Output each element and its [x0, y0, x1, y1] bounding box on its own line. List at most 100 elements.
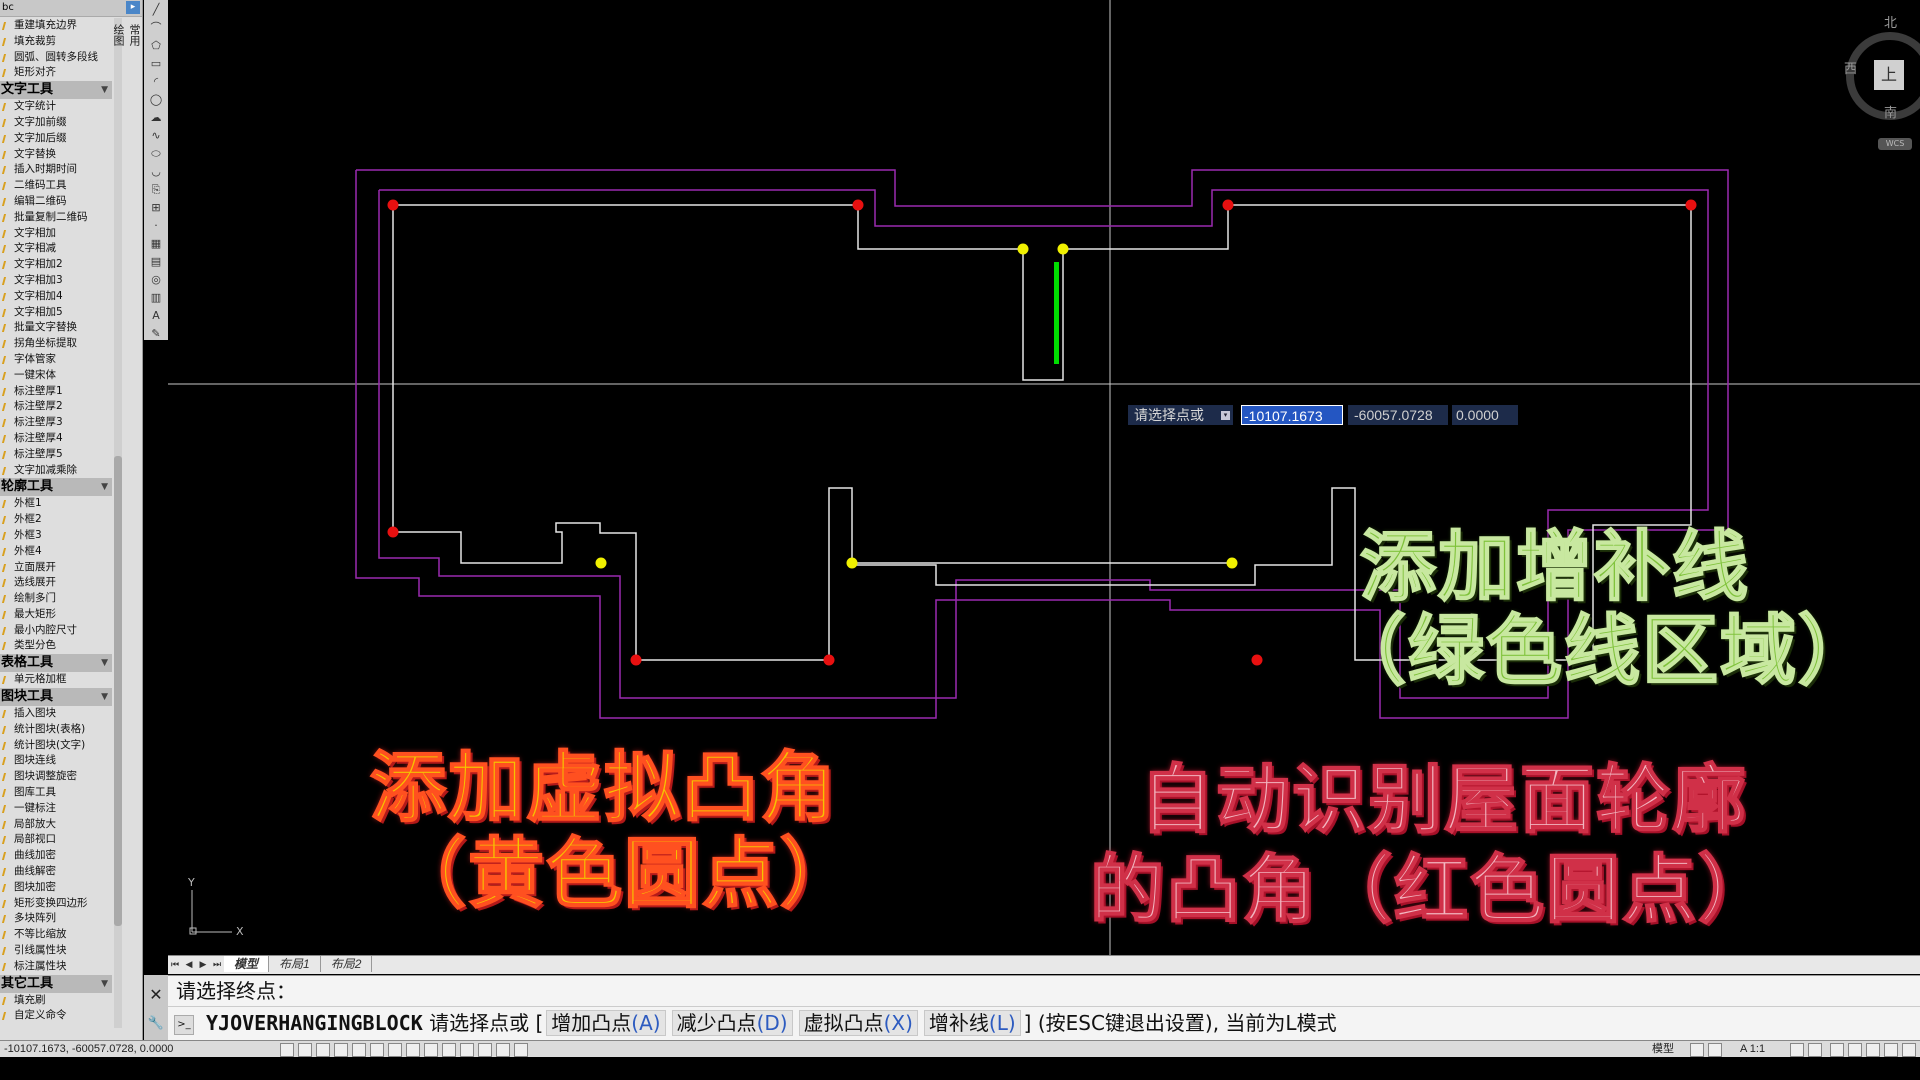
palette-tool-item[interactable]: 文字相减	[0, 241, 112, 257]
compass-north[interactable]: 北	[1884, 12, 1897, 31]
revcloud-tool-icon[interactable]: ☁	[148, 110, 164, 126]
prev-tab-icon[interactable]: ◀	[182, 956, 196, 972]
palette-tool-item[interactable]: 编辑二维码	[0, 194, 112, 210]
collapse-arrow-icon[interactable]: ▼	[101, 654, 108, 672]
polar-toggle-icon[interactable]	[352, 1043, 366, 1057]
quick-view-layouts-icon[interactable]	[1690, 1043, 1704, 1057]
collapse-arrow-icon[interactable]: ▼	[101, 478, 108, 496]
palette-tool-item[interactable]: 标注壁厚3	[0, 415, 112, 431]
wcs-menu[interactable]: WCS	[1878, 138, 1912, 150]
hardware-accel-icon[interactable]	[1866, 1043, 1880, 1057]
palette-tool-item[interactable]: 标注壁厚2	[0, 399, 112, 415]
palette-tool-item[interactable]: 外框2	[0, 512, 112, 528]
palette-tool-item[interactable]: 圆弧、圆转多段线	[0, 50, 112, 66]
ellipse-arc-tool-icon[interactable]: ◡	[148, 164, 164, 180]
palette-tool-item[interactable]: 文字相加2	[0, 257, 112, 273]
palette-tool-item[interactable]: 局部视口	[0, 832, 112, 848]
snap-toggle-icon[interactable]	[298, 1043, 312, 1057]
palette-tool-item[interactable]: 引线属性块	[0, 943, 112, 959]
point-tool-icon[interactable]: ·	[148, 218, 164, 234]
command-line[interactable]: >_ YJOVERHANGINGBLOCK 请选择点或 [增加凸点(A) 减少凸点(…	[168, 1006, 1920, 1039]
transparency-toggle-icon[interactable]	[460, 1043, 474, 1057]
palette-tool-item[interactable]: 插入时期时间	[0, 162, 112, 178]
palette-tool-item[interactable]: 图块连线	[0, 753, 112, 769]
palette-scroll-thumb[interactable]	[114, 456, 122, 926]
palette-tool-item[interactable]: 单元格加框	[0, 672, 112, 688]
palette-tool-item[interactable]: 图库工具	[0, 785, 112, 801]
dynamic-y-input[interactable]: -60057.0728	[1348, 405, 1448, 425]
palette-tool-item[interactable]: 标注壁厚5	[0, 447, 112, 463]
qp-toggle-icon[interactable]	[478, 1043, 492, 1057]
palette-tool-item[interactable]: 文字相加	[0, 226, 112, 242]
palette-tool-item[interactable]: 批量文字替换	[0, 320, 112, 336]
option-virtual-point[interactable]: 虚拟凸点(X)	[798, 1010, 918, 1036]
am-toggle-icon[interactable]	[514, 1043, 528, 1057]
dynamic-options-icon[interactable]: ▾	[1221, 411, 1230, 420]
palette-tool-item[interactable]: 填充裁剪	[0, 34, 112, 50]
collapse-arrow-icon[interactable]: ▼	[101, 688, 108, 706]
quick-view-drawings-icon[interactable]	[1708, 1043, 1722, 1057]
palette-tool-item[interactable]: 曲线解密	[0, 864, 112, 880]
text-tool-icon[interactable]: A	[148, 308, 164, 324]
dynamic-z-input[interactable]: 0.0000	[1452, 405, 1518, 425]
palette-menu-icon[interactable]: ▸	[126, 1, 140, 14]
next-tab-icon[interactable]: ▶	[196, 956, 210, 972]
rectangle-tool-icon[interactable]: ▭	[148, 56, 164, 72]
ellipse-tool-icon[interactable]: ⬭	[148, 146, 164, 162]
model-space-button[interactable]: 模型	[1652, 1041, 1674, 1057]
osnap-toggle-icon[interactable]	[370, 1043, 384, 1057]
tab-layout2[interactable]: 布局2	[321, 956, 373, 972]
collapse-arrow-icon[interactable]: ▼	[101, 81, 108, 99]
palette-tab-draw[interactable]: 绘图	[110, 18, 126, 138]
compass-south[interactable]: 南	[1884, 102, 1897, 121]
option-add-point[interactable]: 增加凸点(A)	[546, 1010, 666, 1036]
palette-tool-item[interactable]: 图块加密	[0, 880, 112, 896]
palette-tool-item[interactable]: 外框1	[0, 496, 112, 512]
palette-tool-item[interactable]: 拐角坐标提取	[0, 336, 112, 352]
palette-tool-item[interactable]: 矩形对齐	[0, 65, 112, 81]
tab-model[interactable]: 模型	[224, 956, 270, 972]
palette-tool-item[interactable]: 标注属性块	[0, 959, 112, 975]
dyn-toggle-icon[interactable]	[424, 1043, 438, 1057]
palette-group-header[interactable]: 表格工具 ▼	[0, 654, 112, 673]
otrack-toggle-icon[interactable]	[388, 1043, 402, 1057]
close-icon[interactable]: ✕	[144, 985, 168, 1004]
sc-toggle-icon[interactable]	[496, 1043, 510, 1057]
workspace-switch-icon[interactable]	[1830, 1043, 1844, 1057]
annotation-scale[interactable]: A 1:1	[1740, 1041, 1765, 1057]
infer-toggle-icon[interactable]	[280, 1043, 294, 1057]
option-supplement-line[interactable]: 增补线(L)	[923, 1010, 1021, 1036]
palette-tool-item[interactable]: 文字加后缀	[0, 131, 112, 147]
palette-tool-item[interactable]: 不等比缩放	[0, 927, 112, 943]
isolate-objects-icon[interactable]	[1884, 1043, 1898, 1057]
polygon-tool-icon[interactable]: ⬠	[148, 38, 164, 54]
annotation-visibility-icon[interactable]	[1790, 1043, 1804, 1057]
region-tool-icon[interactable]: ◎	[148, 272, 164, 288]
spline-tool-icon[interactable]: ∿	[148, 128, 164, 144]
grid-toggle-icon[interactable]	[316, 1043, 330, 1057]
command-prompt-icon[interactable]: >_	[174, 1014, 194, 1035]
palette-tool-item[interactable]: 标注壁厚1	[0, 384, 112, 400]
palette-tool-item[interactable]: 绘制多门	[0, 591, 112, 607]
auto-scale-icon[interactable]	[1808, 1043, 1822, 1057]
palette-tool-item[interactable]: 填充刷	[0, 993, 112, 1009]
dynamic-x-input[interactable]: -10107.1673	[1241, 405, 1343, 425]
palette-tool-item[interactable]: 批量复制二维码	[0, 210, 112, 226]
palette-tool-item[interactable]: 重建填充边界	[0, 18, 112, 34]
table-tool-icon[interactable]: ▥	[148, 290, 164, 306]
lock-icon[interactable]	[1848, 1043, 1862, 1057]
polyline-tool-icon[interactable]: ⌒	[148, 20, 164, 36]
palette-tool-item[interactable]: 标注壁厚4	[0, 431, 112, 447]
palette-tool-item[interactable]: 最小内腔尺寸	[0, 623, 112, 639]
palette-group-header[interactable]: 轮廓工具 ▼	[0, 478, 112, 497]
tab-layout1[interactable]: 布局1	[269, 956, 321, 972]
viewcube[interactable]: 上 北 西 南 WCS	[1838, 12, 1920, 152]
palette-tool-item[interactable]: 插入图块	[0, 706, 112, 722]
palette-tool-item[interactable]: 选线展开	[0, 575, 112, 591]
palette-tool-item[interactable]: 统计图块(文字)	[0, 738, 112, 754]
option-remove-point[interactable]: 减少凸点(D)	[671, 1010, 793, 1036]
palette-tool-item[interactable]: 类型分色	[0, 638, 112, 654]
palette-tool-item[interactable]: 外框4	[0, 544, 112, 560]
palette-tool-item[interactable]: 文字相加3	[0, 273, 112, 289]
viewcube-face[interactable]: 上	[1874, 60, 1904, 90]
